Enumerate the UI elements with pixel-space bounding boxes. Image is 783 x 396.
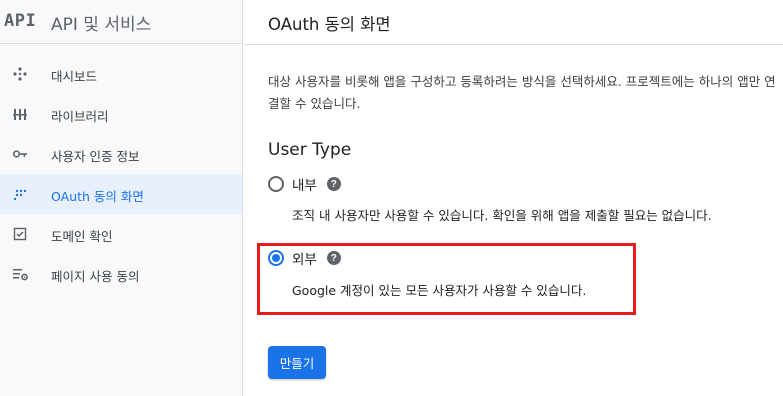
sidebar-nav: 대시보드 라이브러리 사용자 인증 정보 OAuth 동의 화면 도메인 확인 …	[0, 54, 242, 294]
key-icon	[12, 146, 28, 162]
radio-description-external: Google 계정이 있는 모든 사용자가 사용할 수 있습니다.	[292, 283, 587, 298]
api-logo: API	[4, 11, 37, 31]
radio-button-external[interactable]	[268, 250, 284, 266]
sidebar-item-label: 도메인 확인	[51, 229, 113, 244]
sidebar-item-oauth-consent[interactable]: OAuth 동의 화면	[0, 174, 242, 214]
sidebar-item-label: 라이브러리	[51, 109, 109, 124]
radio-external[interactable]: 외부 ?	[268, 247, 341, 269]
title-divider	[244, 44, 783, 45]
radio-button-internal[interactable]	[268, 176, 284, 192]
page-description: 대상 사용자를 비롯해 앱을 구성하고 등록하려는 방식을 선택하세요. 프로젝…	[268, 74, 776, 111]
main-content: OAuth 동의 화면 대상 사용자를 비롯해 앱을 구성하고 등록하려는 방식…	[244, 0, 783, 396]
page-title: OAuth 동의 화면	[268, 15, 391, 34]
sidebar-item-credentials[interactable]: 사용자 인증 정보	[0, 134, 242, 174]
radio-label-external: 외부	[292, 252, 317, 268]
settings-list-icon	[12, 266, 28, 282]
sidebar-item-dashboard[interactable]: 대시보드	[0, 54, 242, 94]
sidebar-item-label: 대시보드	[51, 69, 98, 84]
sidebar-item-domain-verification[interactable]: 도메인 확인	[0, 214, 242, 254]
help-icon[interactable]: ?	[326, 177, 341, 191]
sidebar-item-label: 사용자 인증 정보	[51, 149, 140, 164]
sidebar-item-label: OAuth 동의 화면	[51, 189, 144, 204]
checkbox-icon	[12, 226, 28, 242]
dashboard-icon	[12, 66, 28, 82]
sidebar-item-page-usage-agreement[interactable]: 페이지 사용 동의	[0, 254, 242, 294]
radio-label-internal: 내부	[292, 178, 317, 194]
radio-description-internal: 조직 내 사용자만 사용할 수 있습니다. 확인을 위해 앱을 제출할 필요는 …	[292, 208, 712, 223]
user-type-heading: User Type	[268, 140, 352, 160]
sidebar-header: API API 및 서비스	[0, 0, 243, 44]
product-title: API 및 서비스	[51, 15, 152, 35]
library-icon	[12, 106, 28, 122]
help-icon[interactable]: ?	[326, 251, 341, 265]
sidebar-item-library[interactable]: 라이브러리	[0, 94, 242, 134]
radio-internal[interactable]: 내부 ?	[268, 173, 341, 195]
sidebar: API API 및 서비스 대시보드 라이브러리 사용자 인증 정보 OAuth…	[0, 0, 243, 396]
oauth-consent-icon	[12, 186, 28, 202]
create-button[interactable]: 만들기	[268, 346, 326, 379]
sidebar-item-label: 페이지 사용 동의	[51, 269, 140, 284]
radio-selected-dot	[272, 254, 280, 262]
